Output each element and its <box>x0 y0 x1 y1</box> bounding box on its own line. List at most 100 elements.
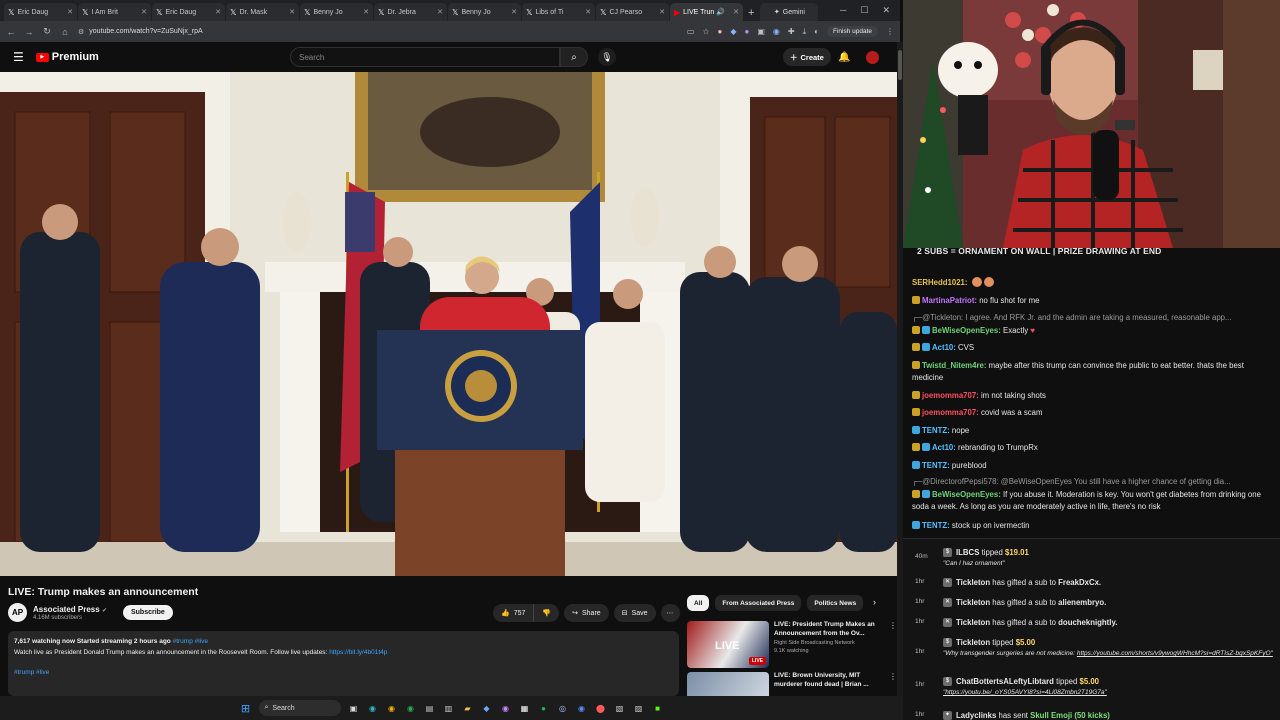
extension-icon[interactable]: ● <box>744 27 749 36</box>
close-icon[interactable]: ✕ <box>659 8 665 16</box>
voice-search-button[interactable]: 🎙 <box>598 48 616 66</box>
x-icon: 𝕏 <box>230 7 237 17</box>
chip-politics[interactable]: Politics News <box>807 595 864 611</box>
hashtags[interactable]: #trump #live <box>14 669 49 676</box>
extension-icon[interactable]: ● <box>717 27 722 36</box>
chat-message: SERHedd1021: <box>912 277 1274 289</box>
more-dots-icon[interactable]: ⋮ <box>889 672 897 696</box>
close-icon[interactable]: ✕ <box>585 8 591 16</box>
close-icon[interactable]: ✕ <box>67 8 73 16</box>
app-icon[interactable]: ▥ <box>443 702 455 714</box>
app-icon[interactable]: ◆ <box>481 702 493 714</box>
spotify-icon[interactable]: ● <box>538 702 550 714</box>
close-icon[interactable]: ✕ <box>733 8 739 16</box>
more-actions-button[interactable]: ⋯ <box>660 604 680 622</box>
chat-message: Act10: rebranding to TrumpRx <box>912 442 1274 454</box>
app-icon[interactable]: ▧ <box>614 702 626 714</box>
app-icon[interactable]: ⬤ <box>595 702 607 714</box>
edge-icon[interactable]: ◉ <box>367 702 379 714</box>
video-thumbnail[interactable]: LIVE LIVE <box>687 621 769 668</box>
browser-tab[interactable]: 𝕏 Libs of Ti ✕ <box>522 3 595 21</box>
app-icon[interactable]: ▦ <box>519 702 531 714</box>
avatar[interactable] <box>866 50 879 64</box>
forward-icon[interactable]: → <box>24 27 34 37</box>
app-icon[interactable]: ▨ <box>633 702 645 714</box>
search-button[interactable]: ⌕ <box>560 47 588 67</box>
notifications-bell-icon[interactable]: 🔔 <box>838 52 850 63</box>
browser-tab[interactable]: 𝕏I Am Brit ✕ <box>78 3 151 21</box>
browser-tab[interactable]: 𝕏 Benny Jo ✕ <box>300 3 373 21</box>
extension-icon[interactable]: ▣ <box>757 27 765 36</box>
chip-from-ap[interactable]: From Associated Press <box>715 595 802 611</box>
profile-icon[interactable]: ◐ <box>814 27 819 36</box>
downloads-icon[interactable]: ⤓ <box>803 27 807 37</box>
save-button[interactable]: ⊟ Save <box>613 604 656 622</box>
create-button[interactable]: ＋ Create <box>783 48 831 66</box>
video-player[interactable] <box>0 72 897 576</box>
maximize-icon[interactable]: ☐ <box>860 5 868 16</box>
site-info-icon[interactable]: ⚙ <box>78 28 84 36</box>
close-icon[interactable]: ✕ <box>511 8 517 16</box>
browser-tab[interactable]: 𝕏 CJ Pearso ✕ <box>596 3 669 21</box>
close-icon[interactable]: ✕ <box>289 8 295 16</box>
event-link[interactable]: https://youtube.com/shorts/v9ywogWHhcM?s… <box>1077 650 1273 657</box>
taskbar-search[interactable]: ⌕ Search <box>258 700 341 716</box>
close-window-icon[interactable]: ✕ <box>882 5 890 16</box>
close-icon[interactable]: ✕ <box>141 8 147 16</box>
search-input[interactable]: Search <box>290 47 560 67</box>
close-icon[interactable]: ✕ <box>215 8 221 16</box>
hamburger-menu-icon[interactable]: ☰ <box>13 50 24 64</box>
channel-avatar[interactable]: AP <box>8 603 27 622</box>
browser-tab[interactable]: 𝕏 Benny Jo ✕ <box>448 3 521 21</box>
minimize-icon[interactable]: ─ <box>840 5 846 16</box>
more-dots-icon[interactable]: ⋮ <box>889 621 897 668</box>
chrome-icon[interactable]: ◉ <box>386 702 398 714</box>
browser-tab[interactable]: 𝕏 Dr. Mask ✕ <box>226 3 299 21</box>
extension-icon[interactable]: ◆ <box>730 27 736 36</box>
chevron-right-icon[interactable]: › <box>873 597 876 607</box>
app-icon[interactable]: ◉ <box>576 702 588 714</box>
gemini-button[interactable]: ✦ Gemini <box>760 3 819 21</box>
description-link[interactable]: https://bit.ly/4b01t4p <box>329 649 387 656</box>
recommended-video[interactable]: LIVE LIVE LIVE: President Trump Makes an… <box>687 621 897 668</box>
new-tab-icon[interactable]: + <box>748 7 754 19</box>
video-description[interactable]: 7,617 watching now Started streaming 2 h… <box>8 631 679 696</box>
browser-tab[interactable]: 𝕏 Eric Daug ✕ <box>4 3 77 21</box>
browser-tab-active[interactable]: ▶ LIVE Trun 🔊 ✕ <box>670 3 743 21</box>
address-bar[interactable]: ⚙ youtube.com/watch?v=ZuSuNjx_rpA <box>78 24 679 40</box>
browser-tab[interactable]: 𝕏 Eric Daug ✕ <box>152 3 225 21</box>
subscribe-button[interactable]: Subscribe <box>122 605 173 620</box>
recommended-video[interactable]: LIVE: Brown University, MIT murderer fou… <box>687 672 897 696</box>
cast-icon[interactable]: ▭ <box>687 27 695 36</box>
speaker-icon[interactable]: 🔊 <box>716 8 725 16</box>
reload-icon[interactable]: ↻ <box>42 26 52 37</box>
home-icon[interactable]: ⌂ <box>60 27 70 37</box>
extension-icon[interactable]: ◉ <box>773 27 780 36</box>
page-scrollbar-thumb[interactable] <box>898 50 902 80</box>
extensions-puzzle-icon[interactable]: ✚ <box>788 27 795 36</box>
chip-all[interactable]: All <box>687 595 710 611</box>
event-link[interactable]: "https://youtu.be/_oYS05AVYI8?si=4Li08Zm… <box>943 689 1273 696</box>
dislike-button[interactable]: 👎 <box>533 604 560 622</box>
app-icon[interactable]: ■ <box>652 702 664 714</box>
like-button[interactable]: 👍 757 <box>493 604 534 622</box>
channel-name[interactable]: Associated Press ✔ <box>33 605 107 614</box>
app-icon[interactable]: ▤ <box>424 702 436 714</box>
video-thumbnail[interactable] <box>687 672 769 696</box>
task-view-icon[interactable]: ▣ <box>348 702 360 714</box>
close-icon[interactable]: ✕ <box>363 8 369 16</box>
file-explorer-icon[interactable]: ▰ <box>462 702 474 714</box>
bookmark-star-icon[interactable]: ☆ <box>702 27 709 36</box>
share-button[interactable]: ↪ Share <box>564 604 609 622</box>
menu-dots-icon[interactable]: ⋮ <box>886 27 894 36</box>
finish-update-button[interactable]: Finish update <box>826 26 878 37</box>
back-icon[interactable]: ← <box>6 27 16 37</box>
windows-start-icon[interactable]: ⊞ <box>240 702 252 715</box>
chrome-icon[interactable]: ◉ <box>405 702 417 714</box>
youtube-logo[interactable]: ▶ Premium <box>35 51 99 63</box>
app-icon[interactable]: ◎ <box>557 702 569 714</box>
app-icon[interactable]: ◉ <box>500 702 512 714</box>
x-icon: 𝕏 <box>156 7 163 17</box>
browser-tab[interactable]: 𝕏 Dr. Jebra ✕ <box>374 3 447 21</box>
close-icon[interactable]: ✕ <box>437 8 443 16</box>
